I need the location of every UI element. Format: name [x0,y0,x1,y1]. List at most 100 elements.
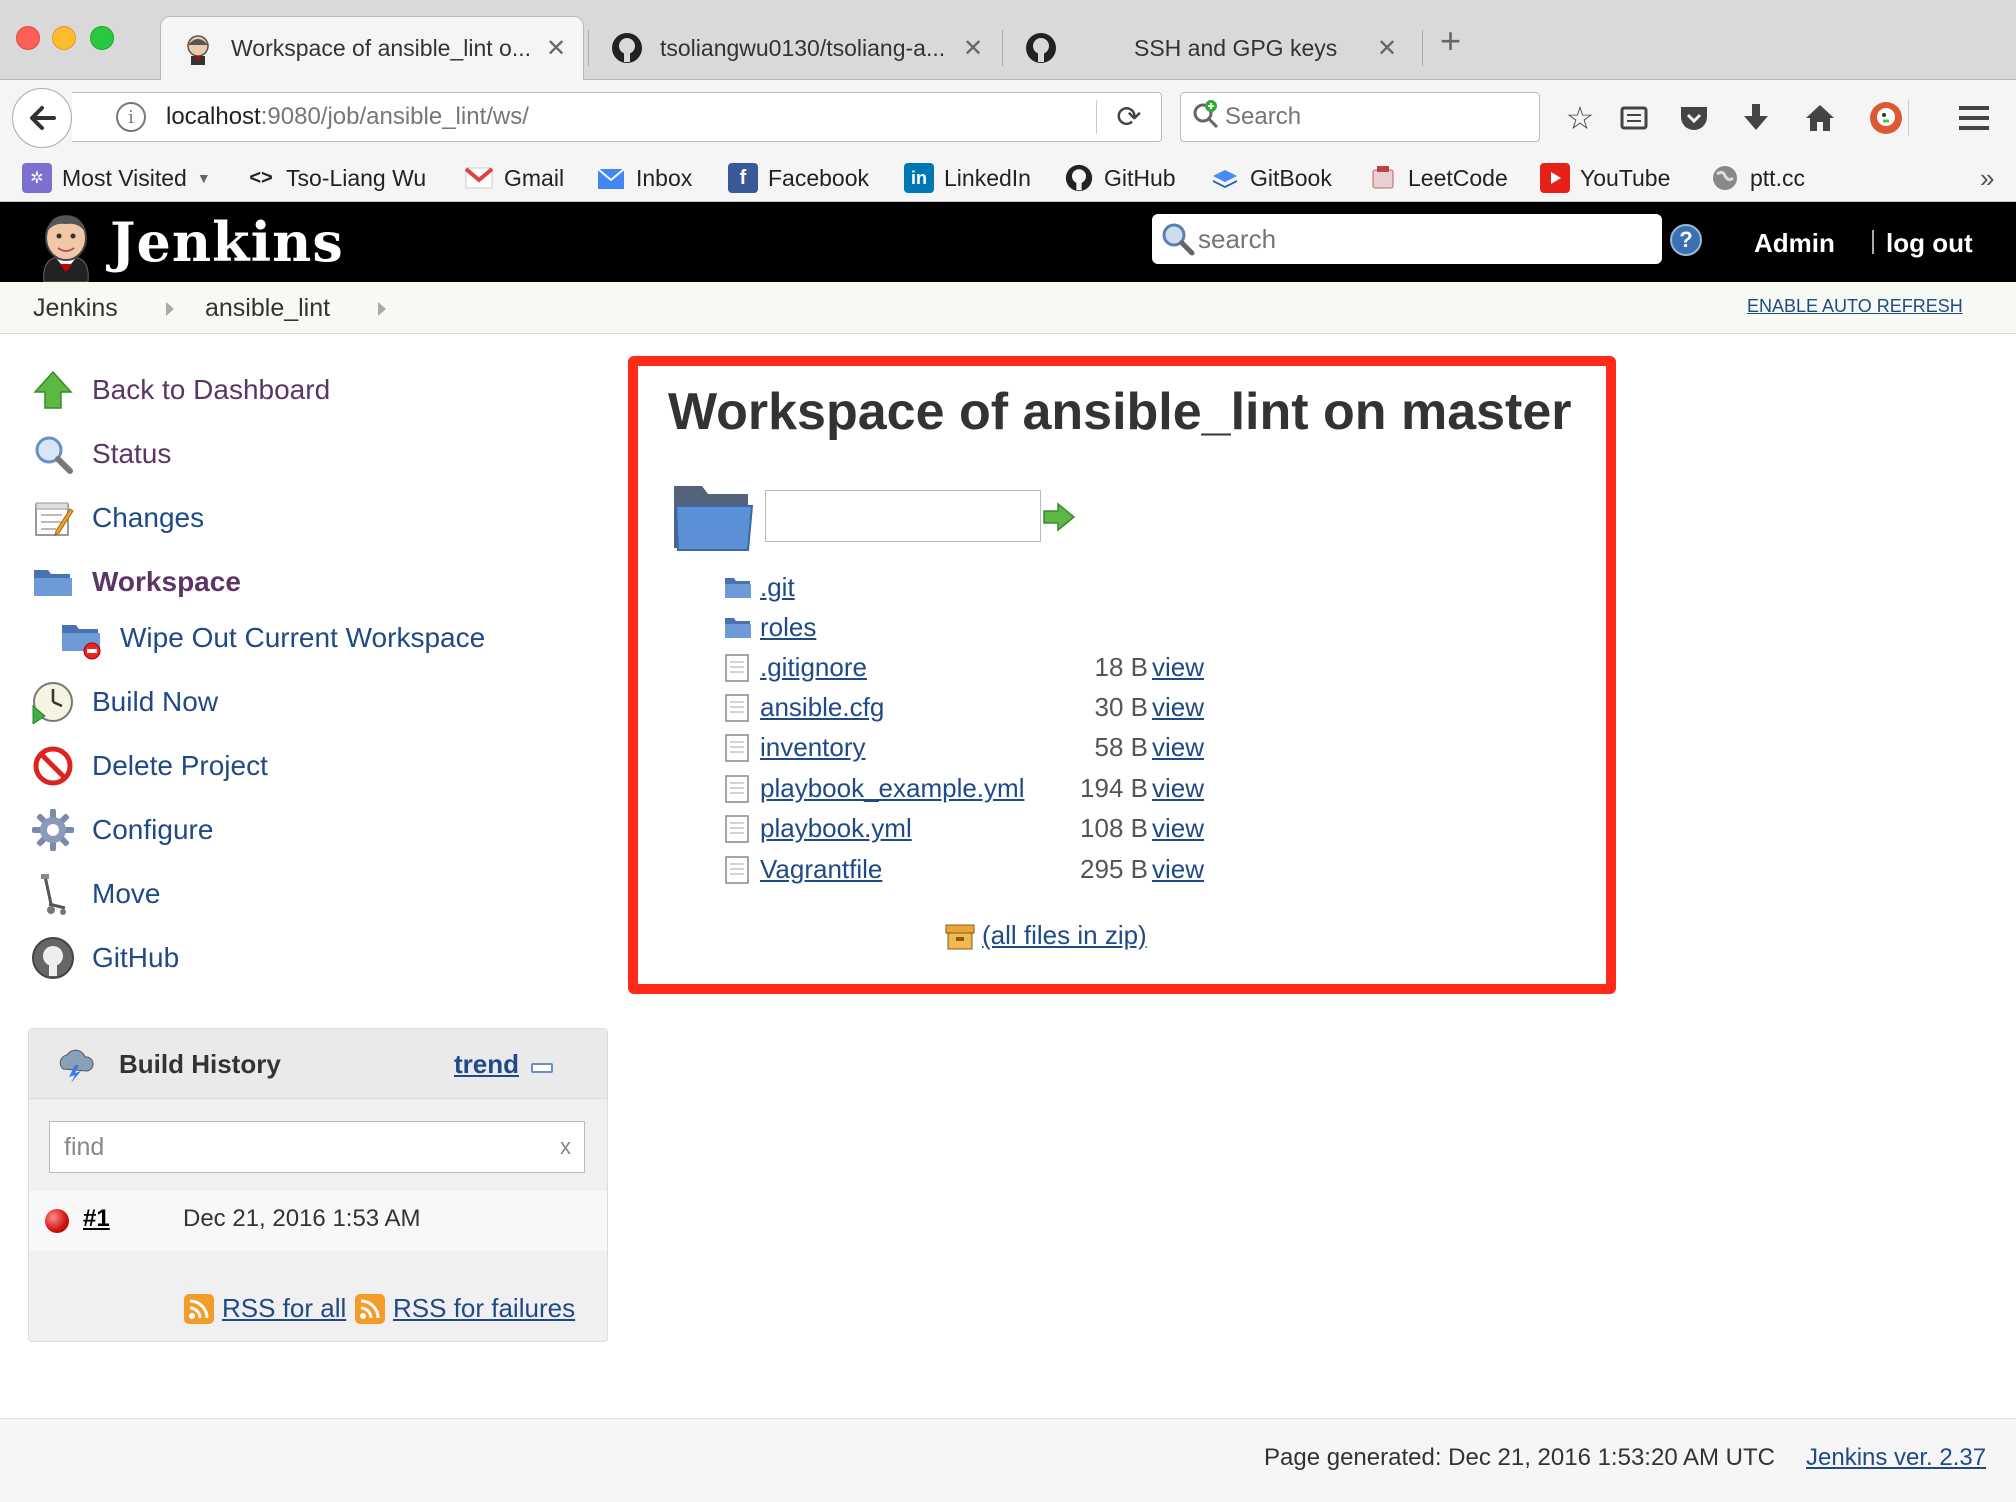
jenkins-version-link[interactable]: Jenkins ver. 2.37 [1806,1444,1986,1472]
file-icon [724,856,752,884]
bookmark-ptt[interactable]: ptt.cc [1710,160,1805,196]
task-workspace[interactable]: Workspace [30,557,241,607]
tab-title: SSH and GPG keys [1134,34,1338,61]
file-link[interactable]: ansible.cfg [760,692,884,723]
minimize-window-button[interactable] [52,26,76,50]
clear-filter-icon[interactable]: x [560,1134,571,1160]
jenkins-search-input[interactable] [1198,223,1638,255]
breadcrumb-ansible-lint[interactable]: ansible_lint [205,294,330,323]
jenkins-search-box[interactable] [1152,214,1662,264]
close-tab-icon[interactable]: ✕ [958,34,988,63]
new-tab-button[interactable]: + [1440,23,1461,59]
task-move[interactable]: Move [30,869,160,919]
enable-auto-refresh-link[interactable]: ENABLE AUTO REFRESH [1747,296,1963,317]
hamburger-menu-icon[interactable] [1954,98,1994,138]
bookmark-gmail[interactable]: Gmail [464,160,564,196]
bookmark-linkedin[interactable]: in LinkedIn [904,160,1031,196]
file-link[interactable]: Vagrantfile [760,854,882,885]
rss-all-link[interactable]: RSS for all [184,1293,346,1324]
home-icon[interactable] [1800,98,1840,138]
browser-tab-jenkins[interactable]: Workspace of ansible_lint o... ✕ [160,16,584,80]
view-link[interactable]: view [1152,773,1204,804]
task-back-to-dashboard[interactable]: Back to Dashboard [30,365,330,415]
jenkins-logo-icon[interactable] [34,210,98,283]
view-link[interactable]: view [1152,813,1204,844]
user-link[interactable]: Admin [1754,228,1835,259]
task-github[interactable]: GitHub [30,933,179,983]
close-window-button[interactable] [16,26,40,50]
file-row: roles [724,610,1204,646]
file-row: Vagrantfile 295 B view [724,852,1204,888]
bookmark-tso-liang-wu[interactable]: <> Tso-Liang Wu [246,160,426,196]
file-link[interactable]: playbook.yml [760,813,912,844]
clock-icon [30,679,76,725]
file-link[interactable]: .git [760,572,795,603]
duckduckgo-icon[interactable] [1866,98,1906,138]
breadcrumb-jenkins[interactable]: Jenkins [33,294,118,323]
view-link[interactable]: view [1152,732,1204,763]
browser-search-box[interactable] [1180,92,1540,142]
reload-icon[interactable]: ⟳ [1097,100,1161,135]
page-title: Workspace of ansible_lint on master [668,383,1572,441]
help-icon[interactable]: ? [1670,224,1702,256]
zoom-window-button[interactable] [90,26,114,50]
reading-list-icon[interactable] [1614,98,1654,138]
url-text[interactable]: localhost:9080/job/ansible_lint/ws/ [166,103,1096,131]
rss-failures-link[interactable]: RSS for failures [355,1293,575,1324]
collapse-icon[interactable] [531,1063,553,1073]
chevron-down-icon: ▼ [196,170,211,186]
back-button[interactable] [12,88,72,148]
file-link[interactable]: inventory [760,732,866,763]
weather-icon [55,1047,95,1083]
file-link[interactable]: roles [760,612,816,643]
bookmark-most-visited[interactable]: ✲ Most Visited ▼ [22,160,211,196]
trend-link[interactable]: trend [454,1049,519,1080]
header-divider [1872,230,1874,254]
file-icon [724,734,752,762]
chevron-right-icon[interactable] [166,302,174,316]
close-tab-icon[interactable]: ✕ [1372,34,1402,63]
github-icon [30,935,76,981]
file-link[interactable]: .gitignore [760,652,867,683]
browser-tab-ssh-keys[interactable]: SSH and GPG keys ✕ [1004,16,1414,80]
build-filter-input[interactable] [64,1132,554,1162]
path-input[interactable] [765,490,1041,542]
task-configure[interactable]: Configure [30,805,213,855]
go-arrow-icon[interactable] [1042,502,1076,532]
download-icon[interactable] [1736,98,1776,138]
file-size: 30 B [1094,692,1149,722]
bookmark-gitbook[interactable]: GitBook [1210,160,1332,196]
bookmark-inbox[interactable]: Inbox [596,160,692,196]
view-link[interactable]: view [1152,652,1204,683]
logout-link[interactable]: log out [1886,228,1973,259]
build-date[interactable]: Dec 21, 2016 1:53 AM [183,1205,421,1233]
bookmark-github[interactable]: GitHub [1064,160,1176,196]
build-status-ball-icon[interactable] [45,1209,69,1233]
pocket-icon[interactable] [1674,98,1714,138]
bookmark-youtube[interactable]: YouTube [1540,160,1670,196]
browser-tab-github[interactable]: tsoliangwu0130/tsoliang-a... ✕ [590,16,1000,80]
build-history-panel: Build History trend x #1 Dec 21, 2016 1:… [28,1028,608,1342]
task-status[interactable]: Status [30,429,171,479]
build-filter-box[interactable]: x [49,1121,585,1173]
task-delete-project[interactable]: Delete Project [30,741,268,791]
view-link[interactable]: view [1152,854,1204,885]
task-wipe-out-workspace[interactable]: Wipe Out Current Workspace [58,613,485,663]
build-number-link[interactable]: #1 [83,1205,110,1233]
task-build-now[interactable]: Build Now [30,677,218,727]
chevron-right-icon[interactable] [378,302,386,316]
file-link[interactable]: playbook_example.yml [760,773,1024,804]
inbox-icon [596,163,626,193]
bookmark-star-icon[interactable]: ☆ [1560,98,1600,138]
bookmark-leetcode[interactable]: LeetCode [1368,160,1508,196]
view-link[interactable]: view [1152,692,1204,723]
site-info-icon[interactable]: i [116,102,146,132]
close-tab-icon[interactable]: ✕ [541,34,571,63]
task-changes[interactable]: Changes [30,493,204,543]
jenkins-title[interactable]: Jenkins [110,210,344,274]
browser-search-input[interactable] [1225,103,1505,131]
download-zip-link[interactable]: (all files in zip) [944,920,1147,951]
address-bar[interactable]: i localhost:9080/job/ansible_lint/ws/ ⟳ [72,92,1162,142]
more-bookmarks-icon[interactable]: » [1980,160,1994,196]
bookmark-facebook[interactable]: f Facebook [728,160,869,196]
